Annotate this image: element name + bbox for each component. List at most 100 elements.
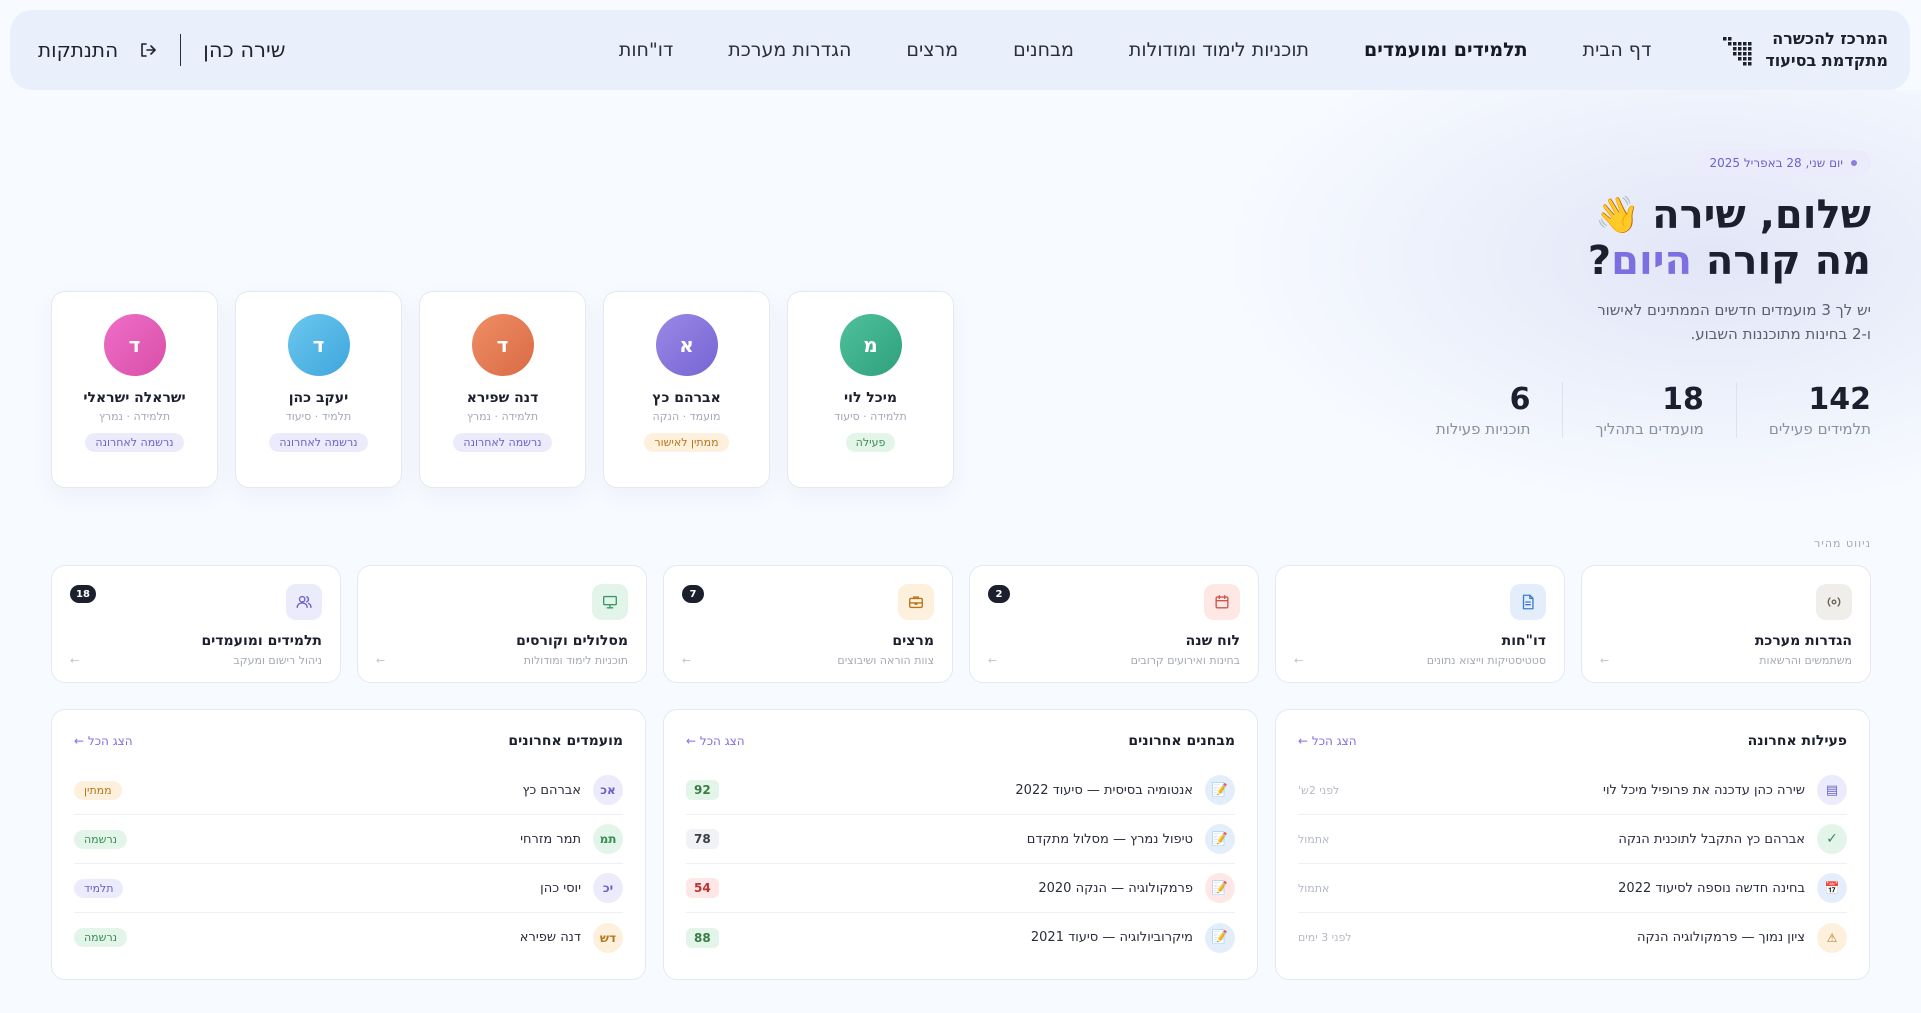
- calendar-icon: 📅: [1817, 873, 1847, 903]
- panel-header: פעילות אחרונה הצג הכל ←: [1298, 730, 1847, 752]
- quick-nav-name: הגדרות מערכת: [1754, 633, 1852, 649]
- view-all-link[interactable]: הצג הכל ←: [686, 734, 745, 748]
- brand-logo-icon: [1723, 37, 1752, 66]
- view-all-link[interactable]: הצג הכל ←: [1298, 734, 1357, 748]
- status-badge: נרשמה לאחרונה: [453, 433, 552, 452]
- exam-pencil-icon: 📝: [1205, 775, 1235, 805]
- list-item[interactable]: 📝 טיפול נמרץ — מסלול מתקדם 78: [686, 815, 1235, 864]
- arrow-left-icon: ←: [1600, 654, 1610, 667]
- person-name: דנה שפירא: [466, 390, 539, 406]
- quick-nav-name: מרצים: [892, 633, 934, 649]
- activity-text: אברהם כץ התקבל לתוכנית הנקה: [1618, 831, 1805, 847]
- nav-home[interactable]: דף הבית: [1583, 39, 1652, 61]
- view-all-link[interactable]: הצג הכל ←: [74, 734, 133, 748]
- date-dot-icon: [1851, 160, 1857, 166]
- greeting-subtitle: מה קורה היום?: [1588, 238, 1871, 284]
- quick-nav-courses[interactable]: מסלולים וקורסים תוכניות לימוד ומודולות ←: [357, 565, 647, 683]
- check-icon: ✓: [1817, 824, 1847, 854]
- hero-summary: יש לך 3 מועמדים חדשים הממתינים לאישור ו-…: [1531, 298, 1871, 346]
- panels: מועמדים אחרונים הצג הכל ← אכ אברהם כץ ממ…: [51, 709, 1870, 980]
- nav-students[interactable]: תלמידים ומועמדים: [1364, 39, 1528, 61]
- activity-time: לפני 2ש': [1298, 783, 1340, 797]
- quick-nav-settings[interactable]: הגדרות מערכת משתמשים והרשאות ←: [1581, 565, 1871, 683]
- quick-nav-desc: תוכניות לימוד ומודולות: [523, 654, 628, 667]
- activity-text: ציון נמוך — פרמקולוגיה הנקה: [1637, 930, 1805, 945]
- quick-nav-desc: סטטיסטיקות וייצוא נתונים: [1426, 654, 1546, 667]
- exam-name: מיקרוביולוגיה — סיעוד 2021: [1030, 930, 1193, 945]
- nav-reports[interactable]: דו"חות: [619, 39, 673, 61]
- quick-nav-name: תלמידים ומועמדים: [201, 633, 322, 649]
- person-card[interactable]: ד יעקב כהן תלמיד · סיעוד נרשמה לאחרונה: [235, 291, 402, 488]
- status-badge: נרשמה לאחרונה: [269, 433, 368, 452]
- arrow-left-icon: ←: [988, 654, 998, 667]
- person-card[interactable]: מ מיכל לוי תלמידה · סיעוד פעילה: [787, 291, 954, 488]
- status-badge: ממתין: [74, 780, 122, 800]
- avatar: א: [655, 314, 718, 376]
- list-item[interactable]: דש דנה שפירא נרשמה: [74, 913, 623, 962]
- nav-programs[interactable]: תוכניות לימוד ומודולות: [1129, 39, 1309, 61]
- recent-exams-panel: מבחנים אחרונים הצג הכל ← 📝 אנטומיה בסיסי…: [663, 709, 1258, 980]
- logout-button[interactable]: התנתקות: [38, 38, 158, 62]
- stat-programs: 6 תוכניות פעילות: [1436, 382, 1563, 438]
- list-item[interactable]: 📝 פרמקולוגיה — הנקה 2020 54: [686, 864, 1235, 913]
- stat-value: 6: [1509, 382, 1531, 417]
- quick-nav-students[interactable]: 18 תלמידים ומועמדים ניהול רישום ומעקב ←: [51, 565, 341, 683]
- exam-pencil-icon: 📝: [1205, 922, 1235, 953]
- person-card[interactable]: ד דנה שפירא תלמידה · נמרץ נרשמה לאחרונה: [419, 291, 586, 488]
- candidate-name: יוסי כהן: [540, 880, 581, 896]
- list-item[interactable]: ⚠ ציון נמוך — פרמקולוגיה הנקה לפני 3 ימי…: [1298, 913, 1847, 962]
- exam-pencil-icon: 📝: [1205, 824, 1235, 854]
- avatar: אכ: [593, 775, 623, 805]
- nav-settings[interactable]: הגדרות מערכת: [728, 39, 851, 61]
- document-icon: [1510, 584, 1546, 620]
- brand-line-1: המרכז להכשרה: [1772, 29, 1888, 48]
- nav-lecturers[interactable]: מרצים: [906, 39, 958, 61]
- list-item[interactable]: אכ אברהם כץ ממתין: [74, 766, 623, 815]
- list-item[interactable]: 📝 אנטומיה בסיסית — סיעוד 2022 92: [686, 766, 1235, 815]
- person-name: אברהם כץ: [652, 390, 721, 406]
- person-name: יעקב כהן: [288, 390, 349, 406]
- status-badge: נרשמה לאחרונה: [85, 433, 184, 452]
- list-item[interactable]: ✓ אברהם כץ התקבל לתוכנית הנקה אתמול: [1298, 815, 1847, 864]
- quick-nav-reports[interactable]: דו"חות סטטיסטיקות וייצוא נתונים ←: [1275, 565, 1565, 683]
- settings-icon: [1816, 584, 1852, 620]
- list-item[interactable]: 📅 בחינה חדשה נוספה לסיעוד 2022 אתמול: [1298, 864, 1847, 913]
- stat-value: 18: [1662, 382, 1704, 417]
- greeting-title: שלום, שירה 👋: [1595, 192, 1871, 238]
- edit-profile-icon: ▤: [1817, 775, 1847, 805]
- exam-pencil-icon: 📝: [1205, 873, 1235, 903]
- greeting-line2-prefix: מה קורה: [1705, 238, 1871, 284]
- quick-nav-desc: משתמשים והרשאות: [1759, 654, 1852, 667]
- avatar: ד: [471, 314, 534, 376]
- exam-score: 92: [686, 780, 719, 800]
- list-item[interactable]: יכ יוסי כהן תלמיד: [74, 864, 623, 913]
- nav-exams[interactable]: מבחנים: [1013, 39, 1074, 61]
- panel-title: מועמדים אחרונים: [508, 733, 623, 749]
- quick-nav-calendar[interactable]: 2 לוח שנה בחינות ואירועים קרובים ←: [969, 565, 1259, 683]
- brand-line-2: מתקדמת בסיעוד: [1765, 51, 1888, 70]
- list-item[interactable]: תמ תמר מזרחי נרשמה: [74, 815, 623, 864]
- quick-nav-desc: ניהול רישום ומעקב: [233, 654, 322, 667]
- list-item[interactable]: ▤ שירה כהן עדכנה את פרופיל מיכל לוי לפני…: [1298, 766, 1847, 815]
- exam-score: 78: [686, 829, 719, 849]
- activity-time: אתמול: [1298, 832, 1330, 846]
- hero-summary-line1: יש לך 3 מועמדים חדשים הממתינים לאישור: [1597, 301, 1871, 319]
- quick-nav-lecturers[interactable]: 7 מרצים צוות הוראה ושיבוצים ←: [663, 565, 953, 683]
- avatar: מ: [839, 314, 902, 376]
- count-badge: 7: [682, 585, 704, 603]
- avatar: יכ: [593, 873, 623, 903]
- logout-label: התנתקות: [38, 38, 119, 62]
- person-card[interactable]: ד ישראלה ישראלי תלמידה · נמרץ נרשמה לאחר…: [51, 291, 218, 488]
- exam-name: פרמקולוגיה — הנקה 2020: [1038, 880, 1193, 896]
- stat-label: תוכניות פעילות: [1435, 420, 1531, 438]
- people-cards: ד ישראלה ישראלי תלמידה · נמרץ נרשמה לאחר…: [51, 291, 954, 488]
- top-nav: המרכז להכשרה מתקדמת בסיעוד דף הבית תלמיד…: [10, 10, 1910, 90]
- exams-list: 📝 אנטומיה בסיסית — סיעוד 2022 92 📝 טיפול…: [686, 766, 1235, 962]
- candidate-name: דנה שפירא: [519, 930, 581, 945]
- activity-time: אתמול: [1298, 881, 1330, 895]
- list-item[interactable]: 📝 מיקרוביולוגיה — סיעוד 2021 88: [686, 913, 1235, 962]
- brand[interactable]: המרכז להכשרה מתקדמת בסיעוד: [1721, 28, 1888, 72]
- user-name[interactable]: שירה כהן: [203, 38, 285, 62]
- person-card[interactable]: א אברהם כץ מועמד · הנקה ממתין לאישור: [603, 291, 770, 488]
- panel-header: מועמדים אחרונים הצג הכל ←: [74, 730, 623, 752]
